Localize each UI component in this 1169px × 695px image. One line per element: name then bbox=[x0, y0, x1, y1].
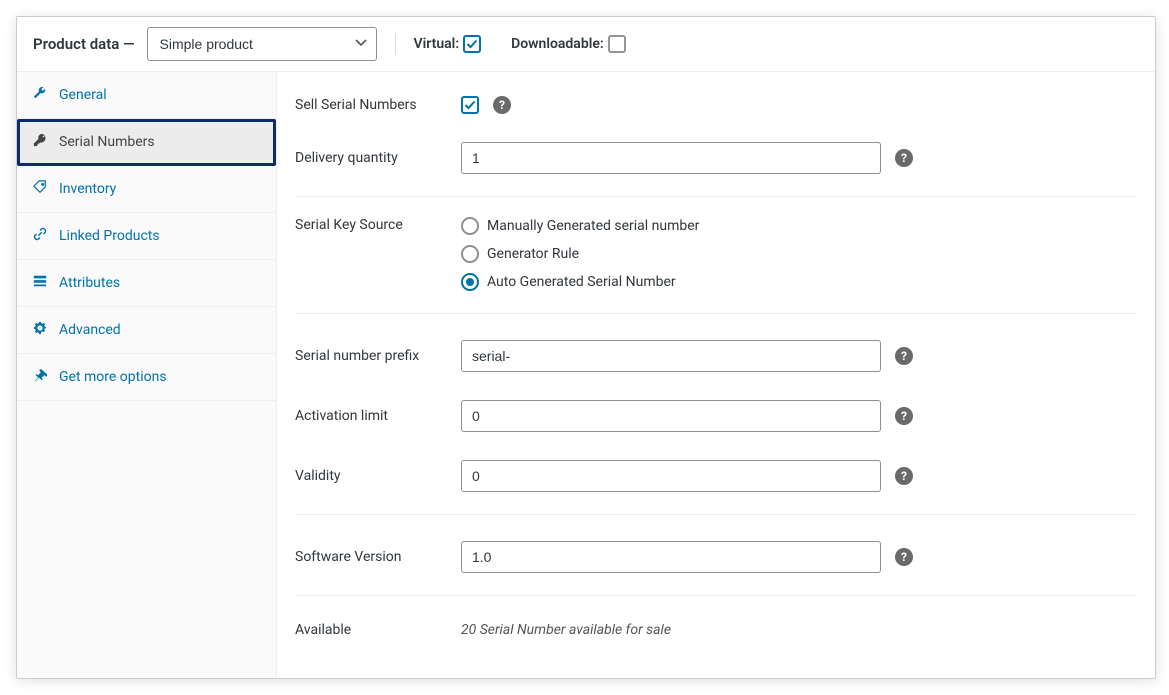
tab-serial-numbers[interactable]: Serial Numbers bbox=[17, 119, 276, 166]
divider bbox=[395, 33, 396, 55]
field-control: ? bbox=[461, 340, 913, 372]
tab-content: Sell Serial Numbers ? Delivery quantity … bbox=[277, 72, 1155, 678]
field-validity: Validity ? bbox=[295, 446, 1137, 515]
help-icon[interactable]: ? bbox=[895, 467, 913, 485]
radio-icon bbox=[461, 273, 479, 291]
tab-label: Linked Products bbox=[59, 228, 160, 244]
help-icon[interactable]: ? bbox=[895, 548, 913, 566]
field-control: ? bbox=[461, 541, 913, 573]
field-label: Activation limit bbox=[295, 408, 461, 424]
field-label: Available bbox=[295, 622, 461, 638]
help-icon[interactable]: ? bbox=[895, 407, 913, 425]
tab-get-more-options[interactable]: Get more options bbox=[17, 354, 276, 401]
downloadable-checkbox[interactable] bbox=[608, 35, 626, 53]
list-icon bbox=[33, 274, 49, 292]
field-control: Manually Generated serial number Generat… bbox=[461, 217, 699, 291]
field-control: ? bbox=[461, 400, 913, 432]
field-activation-limit: Activation limit ? bbox=[295, 386, 1137, 446]
gear-icon bbox=[33, 321, 49, 339]
sell-serial-checkbox[interactable] bbox=[461, 96, 479, 114]
field-sell-serial: Sell Serial Numbers ? bbox=[295, 82, 1137, 128]
product-type-select-wrap: Simple product bbox=[147, 27, 377, 61]
field-label: Delivery quantity bbox=[295, 150, 461, 166]
product-data-panel: Product data — Simple product Virtual: D… bbox=[16, 16, 1156, 679]
tab-general[interactable]: General bbox=[17, 72, 276, 119]
serial-source-radio-group: Manually Generated serial number Generat… bbox=[461, 217, 699, 291]
product-data-tabs: General Serial Numbers Inventory Linked … bbox=[17, 72, 277, 678]
tab-label: Serial Numbers bbox=[59, 134, 155, 150]
downloadable-label: Downloadable: bbox=[511, 35, 626, 53]
field-control: ? bbox=[461, 96, 511, 114]
software-version-input[interactable] bbox=[461, 541, 881, 573]
validity-input[interactable] bbox=[461, 460, 881, 492]
wrench-icon bbox=[33, 86, 49, 104]
field-control: ? bbox=[461, 460, 913, 492]
field-software-version: Software Version ? bbox=[295, 521, 1137, 596]
panel-title: Product data — bbox=[33, 35, 135, 53]
field-delivery-quantity: Delivery quantity ? bbox=[295, 128, 1137, 197]
field-control: 20 Serial Number available for sale bbox=[461, 622, 671, 638]
tab-label: Advanced bbox=[59, 322, 121, 338]
field-label: Validity bbox=[295, 468, 461, 484]
radio-icon bbox=[461, 245, 479, 263]
field-label: Sell Serial Numbers bbox=[295, 97, 461, 113]
tab-advanced[interactable]: Advanced bbox=[17, 307, 276, 354]
delivery-quantity-input[interactable] bbox=[461, 142, 881, 174]
serial-prefix-input[interactable] bbox=[461, 340, 881, 372]
field-available: Available 20 Serial Number available for… bbox=[295, 602, 1137, 652]
field-control: ? bbox=[461, 142, 913, 174]
field-label: Serial Key Source bbox=[295, 217, 461, 233]
radio-manual[interactable]: Manually Generated serial number bbox=[461, 217, 699, 235]
activation-limit-input[interactable] bbox=[461, 400, 881, 432]
field-serial-source: Serial Key Source Manually Generated ser… bbox=[295, 203, 1137, 314]
tab-label: General bbox=[59, 87, 107, 103]
field-label: Software Version bbox=[295, 549, 461, 565]
virtual-label: Virtual: bbox=[414, 35, 482, 53]
tab-label: Attributes bbox=[59, 275, 120, 291]
radio-generator-rule[interactable]: Generator Rule bbox=[461, 245, 699, 263]
tag-icon bbox=[33, 180, 49, 198]
help-icon[interactable]: ? bbox=[895, 347, 913, 365]
radio-auto-generated[interactable]: Auto Generated Serial Number bbox=[461, 273, 699, 291]
key-icon bbox=[33, 133, 49, 151]
tab-inventory[interactable]: Inventory bbox=[17, 166, 276, 213]
radio-icon bbox=[461, 217, 479, 235]
tab-label: Get more options bbox=[59, 369, 167, 385]
tab-linked-products[interactable]: Linked Products bbox=[17, 213, 276, 260]
radio-label: Manually Generated serial number bbox=[487, 218, 699, 234]
tab-attributes[interactable]: Attributes bbox=[17, 260, 276, 307]
radio-label: Generator Rule bbox=[487, 246, 579, 262]
help-icon[interactable]: ? bbox=[895, 149, 913, 167]
field-serial-prefix: Serial number prefix ? bbox=[295, 320, 1137, 386]
panel-body: General Serial Numbers Inventory Linked … bbox=[17, 72, 1155, 678]
radio-label: Auto Generated Serial Number bbox=[487, 274, 676, 290]
pin-icon bbox=[33, 368, 49, 386]
help-icon[interactable]: ? bbox=[493, 96, 511, 114]
tab-label: Inventory bbox=[59, 181, 116, 197]
product-type-select[interactable]: Simple product bbox=[147, 27, 377, 61]
available-note: 20 Serial Number available for sale bbox=[461, 622, 671, 638]
link-icon bbox=[33, 227, 49, 245]
field-label: Serial number prefix bbox=[295, 348, 461, 364]
panel-header: Product data — Simple product Virtual: D… bbox=[17, 17, 1155, 72]
virtual-checkbox[interactable] bbox=[463, 35, 481, 53]
